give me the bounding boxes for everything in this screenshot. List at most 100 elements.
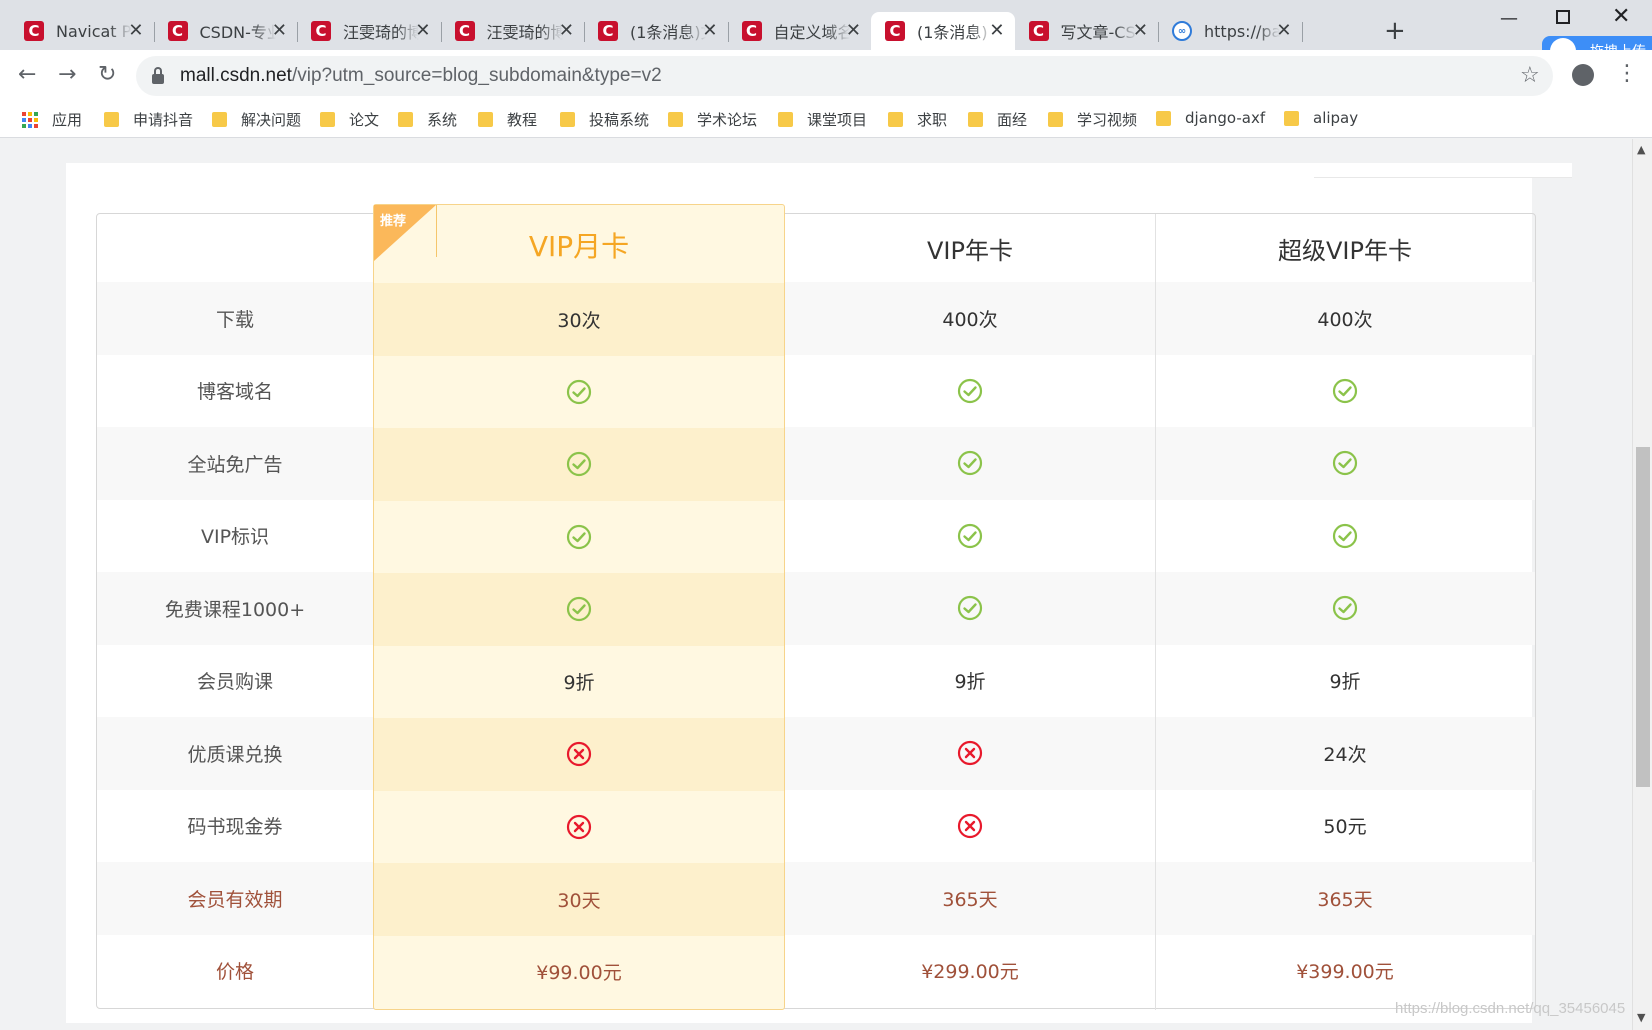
tab-close-icon[interactable]: ✕: [702, 21, 717, 41]
folder-icon: [888, 112, 903, 127]
tab-close-icon[interactable]: ✕: [272, 21, 287, 41]
check-circle-icon: [957, 451, 983, 476]
tab-separator: [1301, 22, 1303, 42]
table-row: VIP标识: [97, 500, 1535, 573]
row-label: 免费课程1000+: [164, 598, 306, 621]
bookmark-label: 课堂项目: [807, 111, 868, 129]
featured-cell: 30天: [557, 889, 601, 912]
table-row: 博客域名: [97, 355, 1535, 428]
cross-circle-icon: [957, 813, 983, 838]
lock-icon: [152, 67, 164, 84]
check-circle-icon: [957, 378, 983, 403]
column-header: 超级VIP年卡: [1278, 236, 1412, 265]
address-bar[interactable]: mall.csdn.net/vip?utm_source=blog_subdom…: [136, 56, 1553, 96]
profile-avatar-icon[interactable]: [1572, 64, 1594, 86]
tab-title: 汪雯琦的博: [343, 23, 419, 42]
browser-tab[interactable]: C CSDN-专业 ✕: [154, 12, 298, 50]
browser-tab[interactable]: C Navicat Pr ✕: [10, 12, 154, 50]
browser-toolbar: ← → ↻ mall.csdn.net/vip?utm_source=blog_…: [0, 50, 1652, 102]
browser-tab[interactable]: ∞ https://pa ✕: [1158, 12, 1302, 50]
bookmark-star-icon[interactable]: ☆: [1520, 63, 1540, 88]
bookmark-label: alipay: [1313, 109, 1359, 127]
table-cell: [1155, 427, 1535, 500]
table-row: 会员有效期 365天 365天: [97, 862, 1535, 935]
browser-tab[interactable]: C (1条消息)文✕: [584, 12, 728, 50]
minimize-icon[interactable]: —: [1500, 8, 1518, 29]
scroll-thumb[interactable]: [1636, 447, 1650, 787]
forward-arrow-icon[interactable]: →: [58, 62, 76, 87]
bookmark-folder[interactable]: 学术论坛: [668, 109, 757, 130]
tab-close-icon[interactable]: ✕: [559, 21, 574, 41]
browser-tab[interactable]: C 汪雯琦的博 ✕: [441, 12, 585, 50]
bookmarks-bar: 应用 申请抖音 解决问题 论文 系统 教程 投稿系统 学术论坛 课堂项目 求职 面经 学习视频 djan…: [0, 102, 1652, 138]
check-circle-icon: [1332, 451, 1358, 476]
cross-circle-icon: [957, 741, 983, 766]
row-label: 优质课兑换: [187, 743, 283, 766]
table-row: 价格 ¥299.00元 ¥399.00元: [97, 935, 1535, 1008]
tab-close-icon[interactable]: ✕: [989, 21, 1004, 41]
bookmark-folder[interactable]: 投稿系统: [560, 109, 649, 130]
tab-close-icon[interactable]: ✕: [1133, 21, 1148, 41]
tab-close-icon[interactable]: ✕: [415, 21, 430, 41]
bookmark-label: 投稿系统: [589, 111, 650, 129]
scroll-up-arrow-icon[interactable]: ▲: [1637, 143, 1645, 156]
check-circle-icon: [1332, 596, 1358, 621]
tab-close-icon[interactable]: ✕: [128, 21, 143, 41]
menu-kebab-icon[interactable]: ⋮: [1616, 60, 1638, 88]
bookmark-folder[interactable]: 教程: [478, 109, 537, 130]
bookmark-folder[interactable]: django-axf: [1156, 109, 1265, 127]
bookmark-folder[interactable]: 论文: [320, 109, 379, 130]
featured-plan-column[interactable]: 推荐 VIP月卡 30次 9折 30天 ¥99.00元: [373, 204, 785, 1010]
csdn-logo-icon: C: [167, 21, 188, 41]
folder-icon: [1048, 112, 1063, 127]
browser-tab[interactable]: C 汪雯琦的博 ✕: [297, 12, 441, 50]
csdn-logo-icon: C: [885, 21, 905, 41]
bookmark-folder[interactable]: 求职: [888, 109, 947, 130]
check-circle-icon: [566, 379, 592, 404]
bookmark-folder[interactable]: 申请抖音: [104, 109, 193, 130]
csdn-logo-icon: C: [598, 21, 618, 41]
bookmark-folder[interactable]: 学习视频: [1048, 109, 1137, 130]
tab-title: CSDN-专业: [199, 23, 276, 42]
url-text[interactable]: mall.csdn.net/vip?utm_source=blog_subdom…: [180, 65, 662, 87]
back-arrow-icon[interactable]: ←: [18, 62, 36, 87]
cross-circle-icon: [566, 814, 592, 839]
url-path: /vip?utm_source=blog_subdomain&type=v2: [291, 65, 662, 86]
bookmark-label: 解决问题: [241, 111, 302, 129]
check-circle-icon: [1332, 378, 1358, 403]
row-label: 会员购课: [196, 671, 273, 694]
featured-cell: [374, 428, 784, 501]
reload-icon[interactable]: ↻: [98, 62, 116, 87]
tab-title: Navicat Pr: [56, 21, 132, 41]
row-label: 下载: [215, 308, 254, 331]
new-tab-button[interactable]: +: [1384, 16, 1406, 46]
browser-tab[interactable]: C 自定义域名 ✕: [728, 12, 872, 50]
bookmark-folder[interactable]: 系统: [398, 109, 457, 130]
baidu-pan-icon: ∞: [1172, 21, 1192, 41]
tab-title: 汪雯琦的博: [486, 23, 563, 42]
bookmark-folder[interactable]: 解决问题: [212, 109, 301, 130]
table-cell: 50元: [1323, 816, 1367, 839]
tab-close-icon[interactable]: ✕: [846, 21, 861, 41]
featured-cell: 30次: [557, 309, 601, 332]
maximize-icon[interactable]: [1556, 10, 1570, 24]
tab-close-icon[interactable]: ✕: [1276, 21, 1291, 41]
scroll-down-arrow-icon[interactable]: ▼: [1637, 1011, 1645, 1024]
folder-icon: [778, 112, 793, 127]
bookmark-label: 教程: [507, 111, 538, 129]
browser-tab[interactable]: C 写文章-CS ✕: [1015, 12, 1159, 50]
bookmark-label: 学术论坛: [697, 111, 758, 129]
top-widget-edge: [1314, 163, 1572, 178]
table-cell: 9折: [954, 671, 986, 694]
bookmark-apps[interactable]: 应用: [22, 109, 82, 130]
browser-tab[interactable]: C (1条消息) ✕: [871, 12, 1015, 50]
page-scrollbar[interactable]: ▲ ▼: [1632, 139, 1652, 1030]
bookmark-folder[interactable]: 课堂项目: [778, 109, 867, 130]
vip-comparison-table: VIP年卡 超级VIP年卡 下载 400次 400次 博客域名 全站免广告 VIP标识 免费课程…: [96, 204, 1536, 1010]
bookmark-folder[interactable]: alipay: [1284, 109, 1358, 127]
tab-title: (1条消息): [917, 23, 988, 42]
table-cell: [785, 572, 1155, 645]
folder-icon: [668, 112, 683, 127]
close-window-icon[interactable]: ✕: [1612, 4, 1630, 29]
bookmark-folder[interactable]: 面经: [968, 109, 1027, 130]
